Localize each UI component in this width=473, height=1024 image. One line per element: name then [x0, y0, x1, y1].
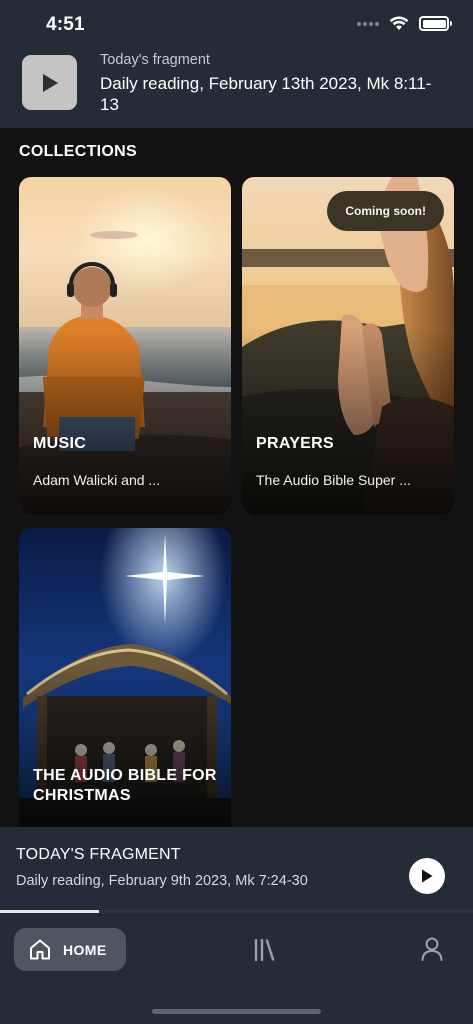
tab-profile[interactable]: [419, 936, 445, 962]
battery-icon: [419, 16, 452, 31]
mini-player-play-button[interactable]: [409, 858, 445, 894]
today-play-button[interactable]: [22, 55, 77, 110]
today-header: 4:51 Today's fragment Daily reading, Feb…: [0, 0, 473, 128]
status-time: 4:51: [46, 14, 85, 35]
card-title: PRAYERS: [256, 435, 334, 452]
play-icon: [42, 73, 58, 92]
mini-player-subtitle: Daily reading, February 9th 2023, Mk 7:2…: [16, 873, 308, 889]
collection-card-music[interactable]: MUSIC Adam Walicki and ...: [19, 177, 231, 515]
card-subtitle: Adam Walicki and ...: [33, 472, 161, 488]
collection-card-prayers[interactable]: Coming soon! PRAYERS The Audio Bible Sup…: [242, 177, 454, 515]
home-icon: [30, 939, 50, 960]
play-icon: [422, 869, 433, 883]
card-subtitle: The Audio Bible Super ...: [256, 472, 411, 488]
tab-library[interactable]: [250, 937, 278, 963]
status-bar: 4:51: [0, 0, 473, 50]
cellular-signal-icon: [357, 21, 379, 26]
tab-bar: HOME: [0, 913, 473, 1024]
card-title: THE AUDIO BIBLE FOR CHRISTMAS: [33, 767, 217, 804]
mini-player-title: TODAY'S FRAGMENT: [16, 846, 181, 863]
mini-player[interactable]: TODAY'S FRAGMENT Daily reading, February…: [0, 827, 473, 911]
coming-soon-badge: Coming soon!: [327, 191, 444, 231]
profile-icon: [421, 937, 443, 961]
card-title: MUSIC: [33, 435, 87, 452]
today-kicker: Today's fragment: [100, 52, 210, 68]
collection-card-christmas[interactable]: THE AUDIO BIBLE FOR CHRISTMAS: [19, 528, 231, 827]
library-icon: [254, 939, 275, 961]
tab-home-label: HOME: [63, 941, 107, 958]
collections-title: COLLECTIONS: [19, 143, 137, 160]
wifi-icon: [389, 16, 409, 30]
tab-home[interactable]: HOME: [14, 928, 126, 971]
home-indicator: [152, 1009, 321, 1014]
today-title[interactable]: Daily reading, February 13th 2023, Mk 8:…: [100, 73, 440, 115]
status-icons: [357, 16, 452, 31]
